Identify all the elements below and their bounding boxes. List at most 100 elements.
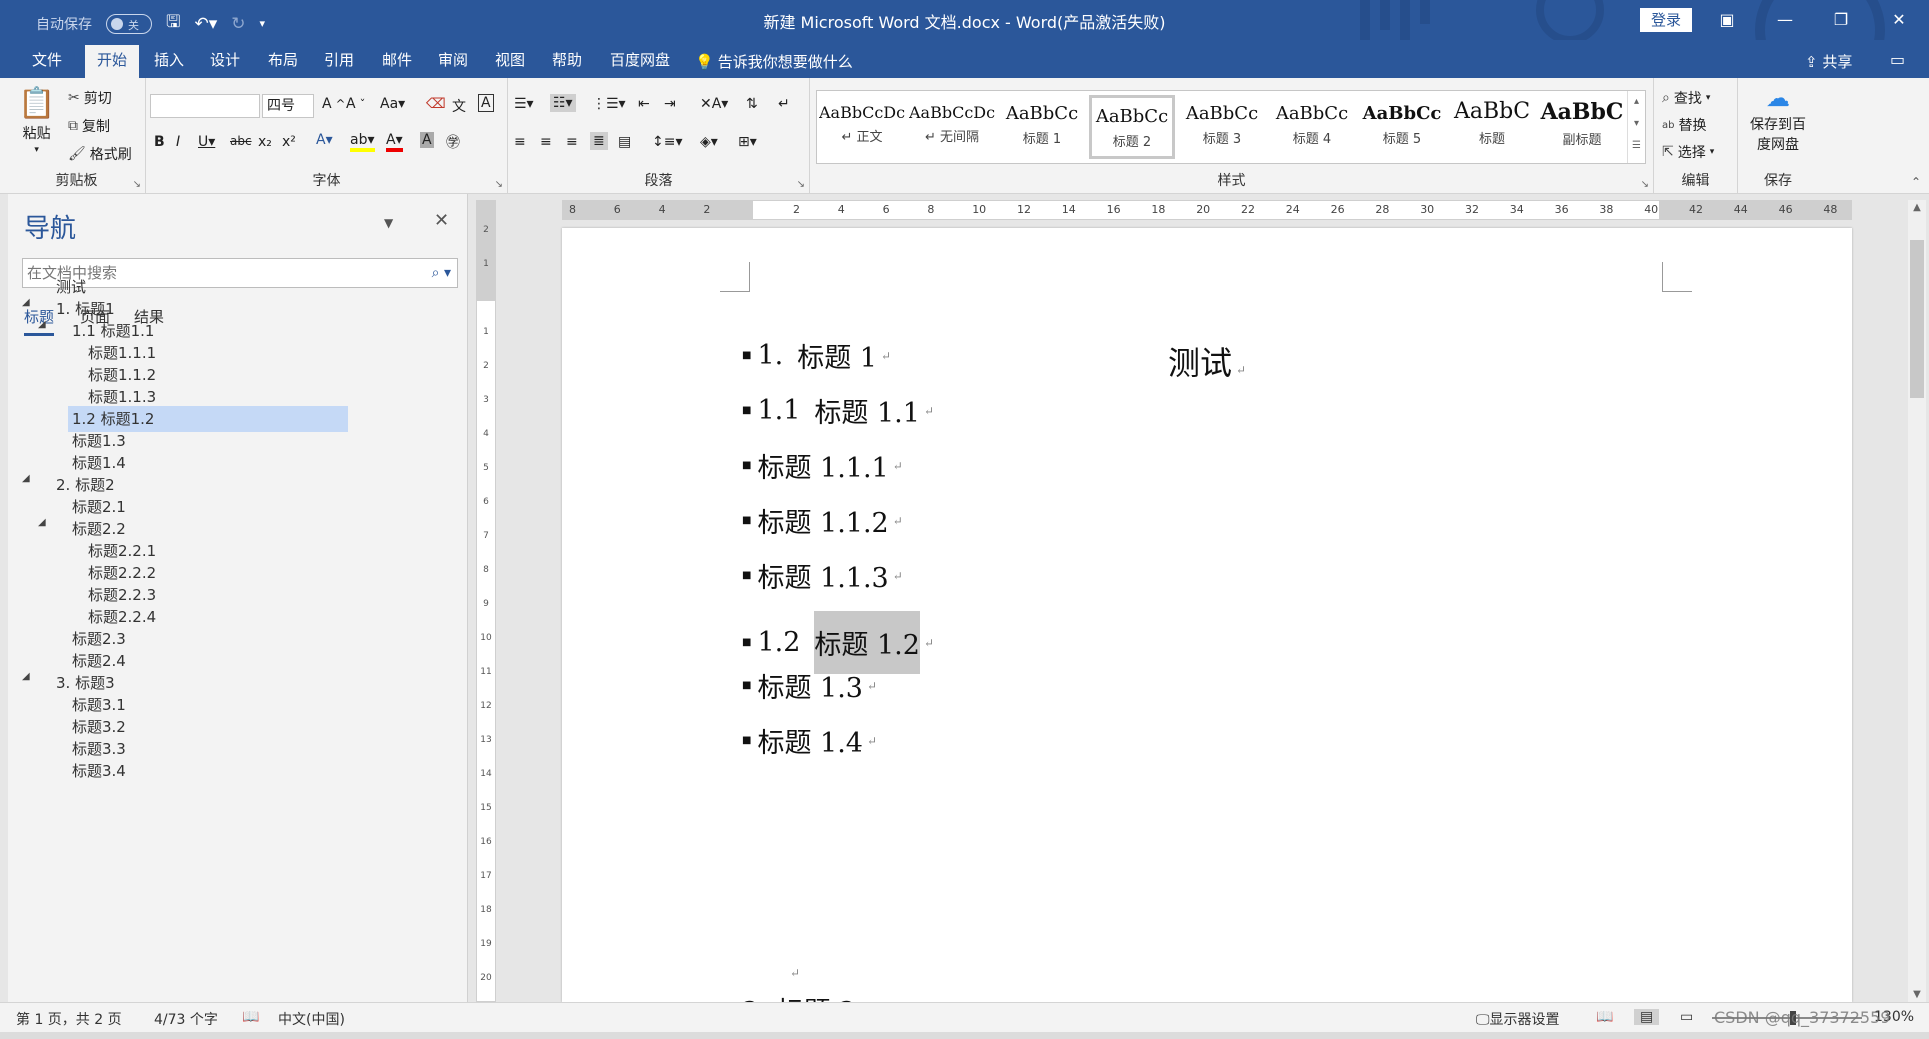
heading-paragraph[interactable]: ■ 1.2 标题 1.2 ↵ [742, 611, 934, 674]
heading-paragraph[interactable]: ■ 标题 1.1.3 ↵ [742, 556, 903, 595]
line-spacing-icon[interactable]: ↕≡▾ [652, 134, 683, 150]
tab-layout[interactable]: 布局 [256, 45, 310, 78]
find-button[interactable]: ⌕ 查找 ▾ [1662, 88, 1710, 108]
text-effects-icon[interactable]: A▾ [316, 132, 333, 148]
shrink-font-icon[interactable]: Aˇ [346, 96, 365, 112]
comments-icon[interactable]: ▭ [1890, 50, 1905, 69]
style-heading-2[interactable]: AaBbCc 标题 2 [1089, 95, 1175, 159]
highlight-icon[interactable]: ab▾ [350, 132, 375, 152]
phonetic-guide-icon[interactable]: 文 [452, 96, 466, 116]
minimize-icon[interactable]: — [1770, 6, 1800, 34]
collapse-ribbon-icon[interactable]: ⌃ [1911, 175, 1921, 189]
style-heading-1[interactable]: AaBbCc 标题 1 [999, 95, 1085, 159]
style-heading-3[interactable]: AaBbCc 标题 3 [1179, 95, 1265, 159]
scroll-up-icon[interactable]: ▲ [1908, 202, 1926, 213]
clear-formatting-icon[interactable]: ⌫ [426, 96, 446, 112]
justify-icon[interactable]: ≣ [590, 132, 608, 150]
replace-button[interactable]: ab 替换 [1662, 115, 1706, 135]
style-title[interactable]: AaBbC 标题 [1449, 95, 1535, 159]
collapse-triangle-icon[interactable]: ◢ [38, 319, 46, 330]
style-normal[interactable]: AaBbCcDc ↵ 正文 [819, 95, 905, 159]
tab-insert[interactable]: 插入 [142, 45, 196, 78]
document-page[interactable]: 测试 ↵ ■ 1. 标题 1 ↵ ■ 1.1 标题 1.1 ↵ ■ 标题 1.1.1 ↵ ■ 标题 1.1… [562, 228, 1852, 1002]
bullets-icon[interactable]: ☰▾ [514, 96, 534, 112]
collapse-triangle-icon[interactable]: ◢ [38, 517, 46, 528]
partial-paragraph[interactable]: 2. 标题 2 [742, 990, 856, 1002]
clipboard-launcher-icon[interactable]: ↘ [133, 179, 141, 190]
nav-tree-item[interactable]: 标题3.4 [68, 758, 348, 784]
read-mode-icon[interactable]: 📖 [1596, 1009, 1613, 1025]
font-launcher-icon[interactable]: ↘ [495, 179, 503, 190]
tab-view[interactable]: 视图 [483, 45, 537, 78]
style-heading-5[interactable]: AaBbCc 标题 5 [1359, 95, 1445, 159]
heading-paragraph[interactable]: ■ 标题 1.4 ↵ [742, 721, 877, 760]
format-painter-button[interactable]: 🖌 格式刷 [68, 144, 132, 164]
collapse-triangle-icon[interactable]: ◢ [22, 297, 30, 308]
tab-mailings[interactable]: 邮件 [370, 45, 424, 78]
character-shading-icon[interactable]: A [420, 132, 434, 148]
grow-font-icon[interactable]: A ^ [322, 96, 345, 112]
tab-file[interactable]: 文件 [20, 45, 74, 78]
multilevel-list-icon[interactable]: ⋮☰▾ [592, 96, 626, 112]
tab-baidu-netdisk[interactable]: 百度网盘 [598, 45, 682, 78]
copy-button[interactable]: ⧉ 复制 [68, 116, 110, 136]
heading-paragraph[interactable]: ■ 1.1 标题 1.1 ↵ [742, 391, 934, 430]
italic-icon[interactable]: I [176, 134, 180, 150]
align-left-icon[interactable]: ≡ [514, 134, 526, 150]
sort-icon[interactable]: ⇅ [746, 96, 758, 112]
increase-indent-icon[interactable]: ⇥ [664, 96, 676, 112]
decrease-indent-icon[interactable]: ⇤ [638, 96, 650, 112]
heading-paragraph[interactable]: ■ 标题 1.1.2 ↵ [742, 501, 903, 540]
chinese-layout-icon[interactable]: ✕A▾ [700, 96, 728, 112]
heading-paragraph[interactable]: ■ 标题 1.3 ↵ [742, 666, 877, 705]
character-border-icon[interactable]: A [478, 94, 494, 112]
underline-icon[interactable]: U▾ [198, 134, 215, 150]
distributed-icon[interactable]: ▤ [618, 134, 631, 150]
numbering-icon[interactable]: ☷▾ [550, 94, 576, 112]
font-name-box[interactable] [150, 94, 260, 118]
paragraph-launcher-icon[interactable]: ↘ [797, 179, 805, 190]
bold-icon[interactable]: B [154, 134, 165, 150]
nav-close-icon[interactable]: ✕ [434, 210, 449, 231]
heading-paragraph[interactable]: ■ 1. 标题 1 ↵ [742, 336, 891, 375]
shading-icon[interactable]: ◈▾ [700, 134, 718, 150]
heading-paragraph[interactable]: ■ 标题 1.1.1 ↵ [742, 446, 903, 485]
print-layout-icon[interactable]: ▤ [1634, 1009, 1660, 1025]
restore-icon[interactable]: ❐ [1826, 6, 1856, 34]
select-button[interactable]: ⇱ 选择 ▾ [1662, 142, 1714, 162]
tell-me-box[interactable]: 💡 告诉我你想要做什么 [695, 51, 853, 72]
page-count[interactable]: 第 1 页，共 2 页 [16, 1009, 122, 1029]
nav-options-icon[interactable]: ▼ [384, 216, 393, 230]
scroll-thumb[interactable] [1910, 240, 1924, 398]
collapse-triangle-icon[interactable]: ◢ [22, 473, 30, 484]
subscript-icon[interactable]: x₂ [258, 134, 272, 150]
collapse-triangle-icon[interactable]: ◢ [22, 671, 30, 682]
language[interactable]: 中文(中国) [278, 1009, 345, 1029]
login-button[interactable]: 登录 [1640, 8, 1692, 32]
tab-home[interactable]: 开始 [85, 45, 140, 78]
close-window-icon[interactable]: ✕ [1884, 6, 1914, 34]
search-icon[interactable]: ⌕ ▾ [432, 259, 451, 287]
borders-icon[interactable]: ⊞▾ [738, 134, 757, 150]
change-case-icon[interactable]: Aa▾ [380, 96, 405, 112]
vertical-scrollbar[interactable]: ▲ ▼ [1908, 200, 1926, 1002]
cut-button[interactable]: ✂ 剪切 [68, 88, 112, 108]
style-subtitle[interactable]: AaBbC 副标题 [1539, 95, 1625, 159]
proofing-icon[interactable]: 📖 [242, 1009, 259, 1025]
word-count[interactable]: 4/73 个字 [154, 1009, 218, 1029]
tab-help[interactable]: 帮助 [540, 45, 594, 78]
ribbon-display-options-icon[interactable]: ▣ [1712, 6, 1742, 34]
tab-design[interactable]: 设计 [198, 45, 252, 78]
font-color-icon[interactable]: A▾ [386, 132, 403, 152]
style-no-spacing[interactable]: AaBbCcDc ↵ 无间隔 [909, 95, 995, 159]
strikethrough-icon[interactable]: abc [230, 134, 252, 148]
enclose-characters-icon[interactable]: ㊫ [446, 132, 460, 152]
tab-review[interactable]: 审阅 [426, 45, 480, 78]
web-layout-icon[interactable]: ▭ [1680, 1009, 1693, 1025]
paste-button[interactable]: 📋 粘贴 ▾ [18, 86, 55, 155]
align-center-icon[interactable]: ≡ [540, 134, 552, 150]
tab-references[interactable]: 引用 [312, 45, 366, 78]
display-settings-button[interactable]: 🖵显示器设置 [1476, 1009, 1560, 1029]
superscript-icon[interactable]: x² [282, 134, 296, 150]
gallery-scroll-icon[interactable]: ▴ ▾ ☰ [1627, 91, 1645, 163]
